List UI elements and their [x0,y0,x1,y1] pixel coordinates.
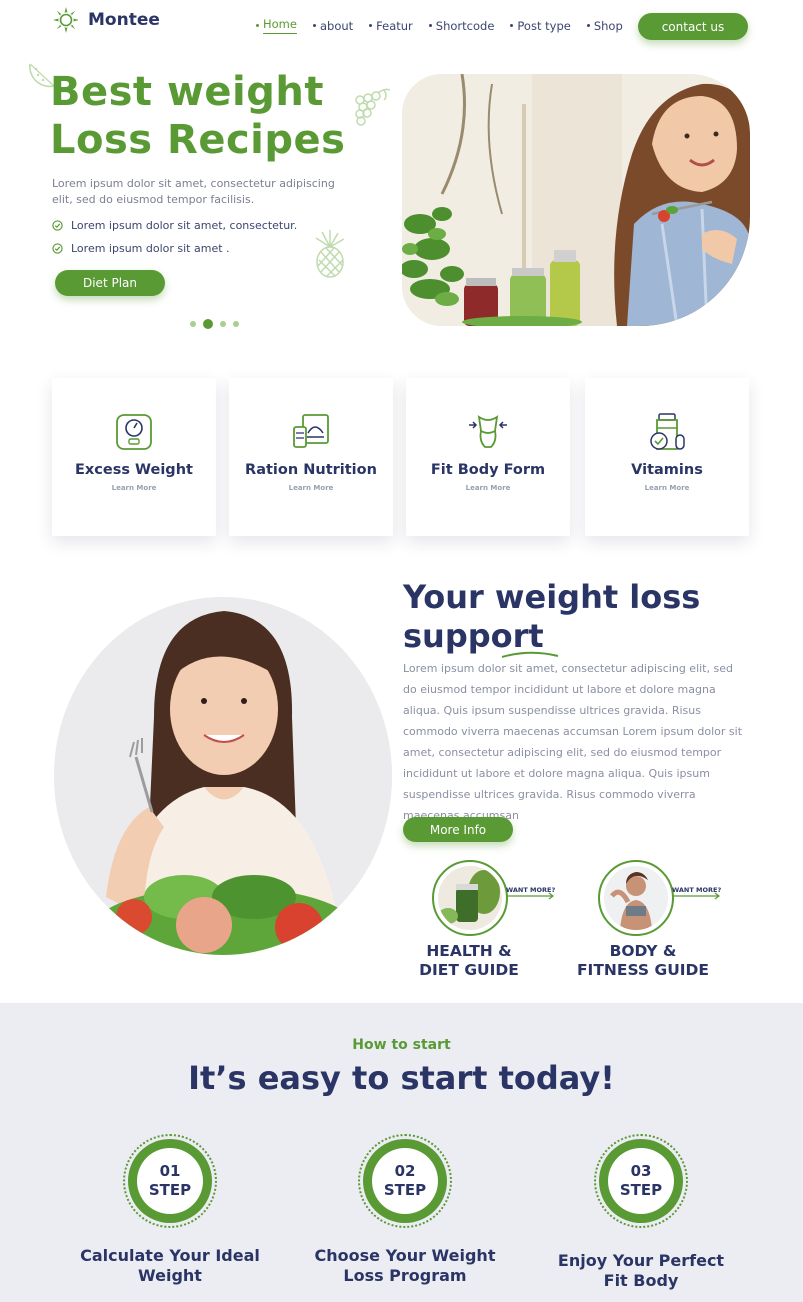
guide-thumbnail [432,860,508,936]
learn-more-link[interactable]: Learn More [289,484,334,492]
nav-bullet [369,24,373,27]
check-circle-icon [52,220,63,231]
nav-item-post-type[interactable]: Post type [510,17,571,34]
learn-more-link[interactable]: Learn More [112,484,157,492]
slider-dot[interactable] [233,321,239,327]
arrow-right-icon [506,892,554,900]
section-kicker: How to start [352,1037,451,1053]
nav-item-shop[interactable]: Shop [586,17,623,34]
slider-dot-active[interactable] [203,319,213,329]
feature-card-title: Ration Nutrition [245,462,377,478]
hero-photo-illustration [402,74,750,326]
logo[interactable]: Montee [52,6,160,34]
hero-check-item: Lorem ipsum dolor sit amet, consectetur. [52,219,297,232]
step-badge: 02 STEP [358,1134,452,1228]
step-title-line1: Enjoy Your Perfect [557,1251,725,1270]
vitamins-icon [650,413,685,450]
more-info-button[interactable]: More Info [403,817,513,842]
logo-sunburst-icon [53,7,79,33]
fitness-woman-photo [604,866,668,930]
arrow-right-icon [672,892,720,900]
hero-title-line1: Best weight [50,69,324,115]
hero-title-line2: Loss Recipes [50,117,346,163]
nav-bullet [586,24,590,27]
nav-bullet [510,24,514,27]
feature-card-title: Excess Weight [75,462,193,478]
feature-card-vitamins[interactable]: Vitamins Learn More [585,378,749,536]
hero-description: Lorem ipsum dolor sit amet, consectetur … [52,177,335,206]
nav-item-shortcode[interactable]: Shortcode [428,17,494,34]
nav-item-featur[interactable]: Featur [369,17,413,34]
hero-title: Best weight Loss Recipes [50,68,345,164]
logo-text: Montee [88,10,160,30]
check-circle-icon [52,243,63,254]
support-photo-woman-with-salad [54,597,392,955]
step-badge: 01 STEP [123,1134,217,1228]
step-word: STEP [619,1181,663,1199]
step-number: 02 [394,1162,416,1180]
feature-card-ration-nutrition[interactable]: Ration Nutrition Learn More [229,378,393,536]
hero-check-text: Lorem ipsum dolor sit amet, consectetur. [71,219,298,232]
how-to-start-section: How to start It’s easy to start today! 0… [0,1003,803,1302]
slider-dot[interactable] [190,321,196,327]
step-word: STEP [148,1181,192,1199]
nav-bullet [256,24,259,27]
step-badge: 03 STEP [594,1134,688,1228]
nav-item-home[interactable]: Home [256,17,297,34]
learn-more-link[interactable]: Learn More [645,484,690,492]
diet-plan-button[interactable]: Diet Plan [55,270,165,296]
step-title-line1: Choose Your Weight [314,1246,496,1265]
green-smoothie-photo [438,866,502,930]
step-02: 02 STEP Choose Your Weight Loss Program [305,1134,505,1286]
step-title-line2: Weight [138,1266,202,1285]
nav-bullet [312,24,316,27]
step-title-line2: Fit Body [603,1271,679,1290]
nutrition-icon [293,414,329,448]
guide-title-line1: BODY & [609,942,677,960]
guide-thumbnail [598,860,674,936]
step-number: 03 [630,1162,652,1180]
nav-item-about[interactable]: about [312,17,353,34]
slider-dot[interactable] [220,321,226,327]
body-form-icon [469,415,507,448]
guide-title: HEALTH & DIET GUIDE [394,942,544,980]
step-title: Calculate Your Ideal Weight [80,1246,260,1286]
hero-check-text: Lorem ipsum dolor sit amet . [71,242,230,255]
feature-card-title: Fit Body Form [430,462,546,478]
pineapple-icon [315,230,345,278]
scale-icon [116,414,152,450]
step-word: STEP [383,1181,427,1199]
section-title: It’s easy to start today! [188,1059,615,1097]
step-number: 01 [159,1162,181,1180]
guide-title-line2: DIET GUIDE [419,961,519,979]
feature-card-title: Vitamins [631,462,703,478]
support-title-line1: Your weight loss [403,578,701,616]
step-03: 03 STEP Enjoy Your Perfect Fit Body [541,1134,741,1291]
contact-us-button[interactable]: contact us [638,13,748,40]
support-title: Your weight loss support [403,578,700,656]
feature-card-excess-weight[interactable]: Excess Weight Learn More [52,378,216,536]
guide-title: BODY & FITNESS GUIDE [568,942,718,980]
feature-card-fit-body-form[interactable]: Fit Body Form Learn More [406,378,570,536]
main-nav: Home about Featur Shortcode Post type Sh… [256,17,639,34]
nav-bullet [428,24,432,27]
guide-title-line1: HEALTH & [426,942,512,960]
hero-photo-woman-eating-salad [402,74,750,326]
slider-dots [190,319,239,329]
step-title-line1: Calculate Your Ideal [80,1246,260,1265]
guide-title-line2: FITNESS GUIDE [576,961,710,979]
step-title-line2: Loss Program [343,1266,467,1285]
learn-more-link[interactable]: Learn More [466,484,511,492]
step-title: Enjoy Your Perfect Fit Body [558,1251,724,1291]
grapes-icon [355,88,391,126]
support-photo-illustration [54,597,392,955]
step-title: Choose Your Weight Loss Program [315,1246,496,1286]
hero-check-item: Lorem ipsum dolor sit amet . [52,242,230,255]
step-01: 01 STEP Calculate Your Ideal Weight [70,1134,270,1286]
support-body-text: Lorem ipsum dolor sit amet, consectetur … [403,662,743,822]
